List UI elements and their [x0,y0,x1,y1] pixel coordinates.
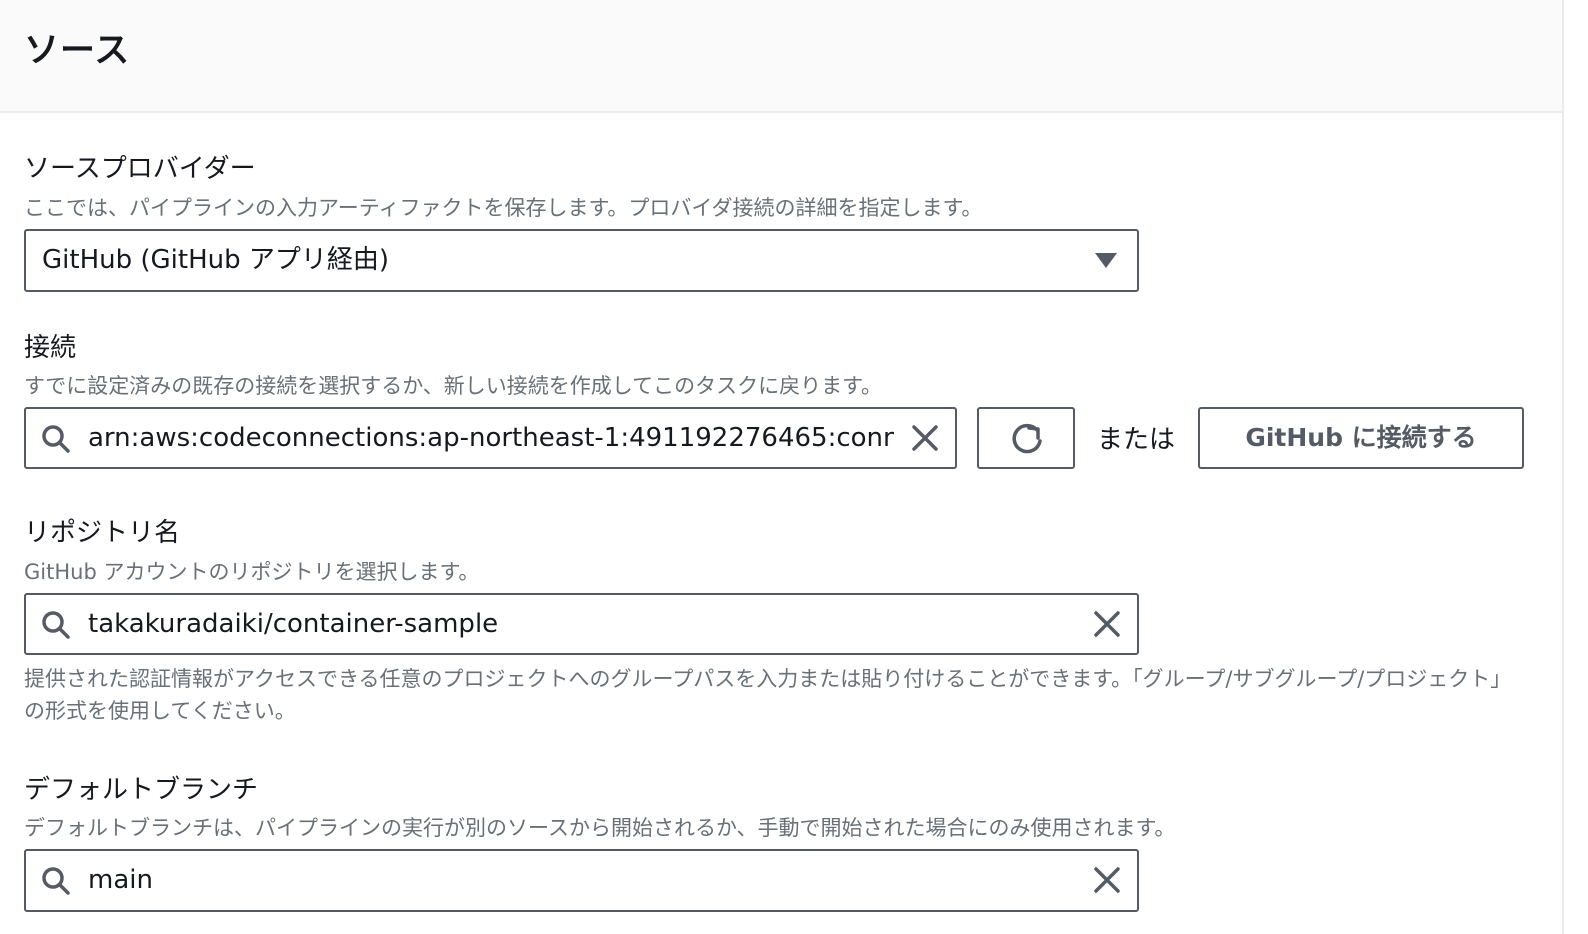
repository-input[interactable]: takakuradaiki/container-sample [24,593,1139,655]
clear-icon[interactable] [1092,865,1122,895]
section-header: ソース [0,0,1562,113]
repository-value: takakuradaiki/container-sample [88,609,499,639]
clear-icon[interactable] [1092,609,1122,639]
refresh-button[interactable] [977,407,1075,469]
refresh-icon [1012,423,1042,454]
clear-icon[interactable] [910,423,940,453]
default-branch-input[interactable]: main [24,849,1139,912]
source-provider-selected: GitHub (GitHub アプリ経由) [42,245,390,275]
search-icon [42,867,70,895]
connection-label: 接続 [24,333,77,363]
search-icon [42,425,70,453]
section-title: ソース [24,31,131,71]
source-provider-label: ソースプロバイダー [24,154,256,184]
default-branch-description: デフォルトブランチは、パイプラインの実行が別のソースから開始されるか、手動で開始… [24,816,1176,840]
default-branch-value: main [88,865,153,895]
search-icon [42,611,70,639]
connection-input[interactable]: arn:aws:codeconnections:ap-northeast-1:4… [24,407,957,469]
source-provider-description: ここでは、パイプラインの入力アーティファクトを保存します。プロバイダ接続の詳細を… [24,196,983,220]
repository-description: GitHub アカウントのリポジトリを選択します。 [24,560,480,584]
caret-down-icon [1095,253,1117,268]
repository-label: リポジトリ名 [24,518,181,548]
connection-description: すでに設定済みの既存の接続を選択するか、新しい接続を作成してこのタスクに戻ります… [24,374,883,398]
connection-value: arn:aws:codeconnections:ap-northeast-1:4… [88,423,894,453]
or-text: または [1097,425,1176,455]
default-branch-label: デフォルトブランチ [24,775,259,805]
repository-constraint: 提供された認証情報がアクセスできる任意のプロジェクトへのグループパスを入力または… [24,667,1512,723]
source-provider-select[interactable]: GitHub (GitHub アプリ経由) [24,229,1139,292]
source-panel: ソース ソースプロバイダー ここでは、パイプラインの入力アーティファクトを保存し… [0,0,1564,934]
connect-github-button[interactable]: GitHub に接続する [1198,407,1524,469]
